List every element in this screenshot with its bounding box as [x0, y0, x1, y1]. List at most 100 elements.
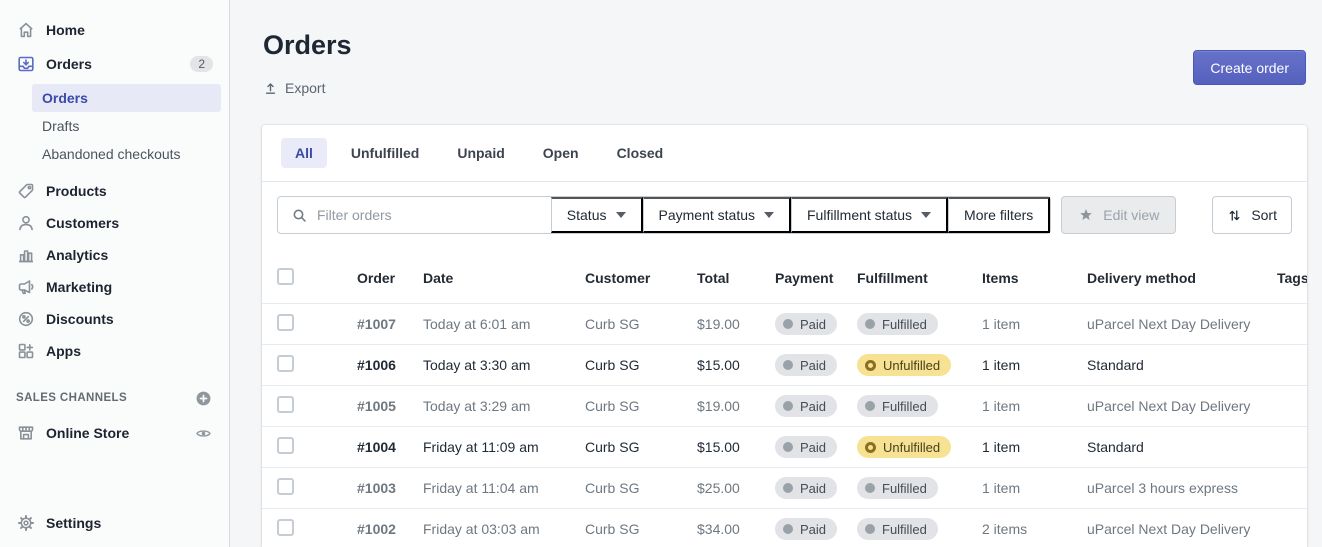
sidebar-subitem-orders[interactable]: Orders [32, 84, 221, 112]
sidebar-item-discounts[interactable]: Discounts [0, 304, 229, 334]
sidebar-item-products[interactable]: Products [0, 176, 229, 206]
table-row[interactable]: #1005 Today at 3:29 am Curb SG $19.00 Pa… [262, 385, 1307, 426]
row-checkbox[interactable] [277, 314, 294, 331]
delivery-method: uParcel 3 hours express [1087, 480, 1238, 496]
filter-group: Status Payment status Fulfillment status… [277, 196, 1052, 234]
fulfillment-status-badge: Unfulfilled [857, 354, 982, 376]
delivery-method: uParcel Next Day Delivery [1087, 316, 1251, 332]
orders-icon [16, 54, 36, 74]
sidebar-item-orders[interactable]: Orders 2 [0, 50, 229, 78]
caret-down-icon [764, 212, 774, 218]
order-number-link[interactable]: #1006 [357, 357, 423, 373]
order-number-link[interactable]: #1002 [357, 521, 423, 537]
analytics-icon [16, 245, 36, 265]
column-header-fulfillment: Fulfillment [857, 270, 928, 286]
sidebar-item-label: Customers [46, 215, 120, 231]
sidebar-subitem-drafts[interactable]: Drafts [32, 112, 221, 140]
search-field[interactable] [278, 197, 551, 233]
order-number-link[interactable]: #1004 [357, 439, 423, 455]
table-row[interactable]: #1006 Today at 3:30 am Curb SG $15.00 Pa… [262, 344, 1307, 385]
order-total: $15.00 [697, 439, 740, 455]
sidebar-item-online-store[interactable]: Online Store [0, 418, 229, 448]
more-filters-button[interactable]: More filters [948, 197, 1051, 233]
column-header-payment: Payment [775, 270, 834, 286]
customers-icon [16, 213, 36, 233]
order-customer: Curb SG [585, 357, 640, 373]
order-total: $19.00 [697, 398, 740, 414]
megaphone-icon [16, 277, 36, 297]
sales-channels-header: SALES CHANNELS [0, 388, 229, 408]
fulfillment-status-filter-button[interactable]: Fulfillment status [791, 197, 949, 233]
table-row[interactable]: #1003 Friday at 11:04 am Curb SG $25.00 … [262, 467, 1307, 508]
delivery-method: uParcel Next Day Delivery [1087, 521, 1251, 537]
create-order-button[interactable]: Create order [1193, 50, 1306, 85]
paid-dot-icon [783, 483, 793, 493]
order-number-link[interactable]: #1007 [357, 316, 423, 332]
order-total: $15.00 [697, 357, 740, 373]
row-checkbox[interactable] [277, 478, 294, 495]
column-header-date: Date [423, 270, 454, 286]
payment-status-badge: Paid [775, 354, 857, 376]
delivery-method: Standard [1087, 439, 1144, 455]
order-customer: Curb SG [585, 480, 640, 496]
caret-down-icon [615, 212, 626, 218]
tab-open[interactable]: Open [529, 138, 593, 168]
order-number-link[interactable]: #1005 [357, 398, 423, 414]
order-items: 1 item [982, 316, 1021, 332]
order-customer: Curb SG [585, 439, 640, 455]
order-items: 1 item [982, 480, 1021, 496]
home-icon [16, 20, 36, 40]
order-date: Today at 3:29 am [423, 398, 531, 414]
sidebar-item-label: Marketing [46, 279, 113, 295]
row-checkbox[interactable] [277, 355, 294, 372]
unfulfilled-ring-icon [865, 441, 876, 453]
row-checkbox[interactable] [277, 437, 294, 454]
tab-unpaid[interactable]: Unpaid [443, 138, 518, 168]
fulfilled-dot-icon [865, 319, 875, 329]
row-checkbox[interactable] [277, 396, 294, 413]
sidebar: Home Orders 2 Orders Drafts Abandoned ch… [0, 0, 230, 547]
export-button[interactable]: Export [263, 80, 325, 96]
export-label: Export [285, 80, 326, 96]
add-sales-channel-icon[interactable] [194, 389, 213, 408]
row-checkbox[interactable] [277, 519, 294, 536]
edit-view-button[interactable]: Edit view [1061, 196, 1177, 234]
tab-all[interactable]: All [281, 138, 327, 168]
caret-down-icon [921, 212, 932, 218]
order-customer: Curb SG [585, 398, 640, 414]
order-customer: Curb SG [585, 316, 640, 332]
discount-icon [16, 309, 36, 329]
delivery-method: Standard [1087, 357, 1144, 373]
tab-closed[interactable]: Closed [603, 138, 678, 168]
status-filter-button[interactable]: Status [550, 197, 643, 233]
orders-table: Order Date Customer Total Payment Fulfil… [262, 253, 1307, 547]
payment-status-filter-button[interactable]: Payment status [642, 197, 791, 233]
order-number-link[interactable]: #1003 [357, 480, 423, 496]
tab-unfulfilled[interactable]: Unfulfilled [337, 138, 433, 168]
sort-button[interactable]: Sort [1212, 196, 1292, 234]
filter-orders-input[interactable] [317, 207, 538, 223]
table-row[interactable]: #1007 Today at 6:01 am Curb SG $19.00 Pa… [262, 303, 1307, 344]
sidebar-item-analytics[interactable]: Analytics [0, 240, 229, 270]
order-items: 1 item [982, 357, 1021, 373]
order-date: Today at 3:30 am [423, 357, 531, 373]
sidebar-subitem-abandoned-checkouts[interactable]: Abandoned checkouts [32, 140, 221, 168]
table-row[interactable]: #1004 Friday at 11:09 am Curb SG $15.00 … [262, 426, 1307, 467]
eye-icon[interactable] [194, 424, 213, 443]
order-date: Today at 6:01 am [423, 316, 531, 332]
order-total: $19.00 [697, 316, 740, 332]
order-total: $25.00 [697, 480, 740, 496]
sidebar-item-marketing[interactable]: Marketing [0, 272, 229, 302]
table-row[interactable]: #1002 Friday at 03:03 am Curb SG $34.00 … [262, 508, 1307, 547]
sidebar-item-apps[interactable]: Apps [0, 336, 229, 366]
select-all-checkbox[interactable] [277, 268, 294, 285]
sidebar-item-home[interactable]: Home [0, 16, 229, 44]
fulfillment-status-badge: Fulfilled [857, 395, 982, 417]
sidebar-item-settings[interactable]: Settings [0, 508, 229, 538]
sidebar-item-label: Online Store [46, 425, 130, 441]
column-header-customer: Customer [585, 270, 651, 286]
tag-icon [16, 181, 36, 201]
payment-status-badge: Paid [775, 436, 857, 458]
delivery-method: uParcel Next Day Delivery [1087, 398, 1251, 414]
sidebar-item-customers[interactable]: Customers [0, 208, 229, 238]
